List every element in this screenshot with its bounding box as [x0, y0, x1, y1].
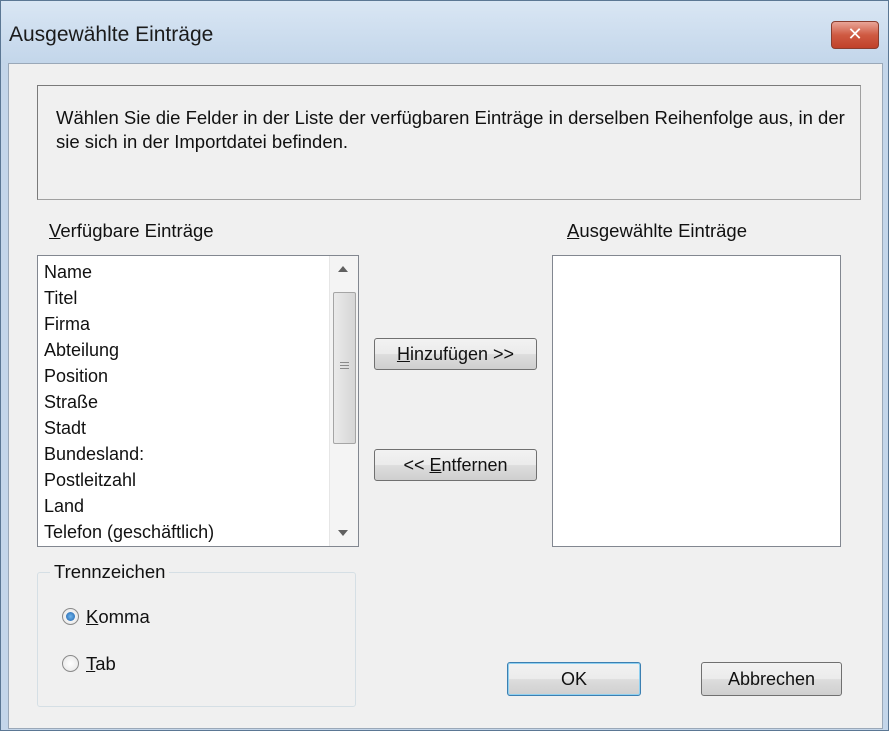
remove-button[interactable]: << Entfernen [374, 449, 537, 481]
selected-entries-label: Ausgewählte Einträge [567, 220, 747, 241]
radio-comma-label: Komma [86, 606, 150, 627]
separator-group-title: Trennzeichen [50, 561, 170, 583]
list-item[interactable]: Titel [38, 285, 358, 311]
list-item[interactable]: Postleitzahl [38, 467, 358, 493]
available-entries-list[interactable]: Name Titel Firma Abteilung Position Straße Sta… [37, 255, 359, 547]
selected-entries-list[interactable] [552, 255, 841, 547]
radio-selected-dot [66, 612, 75, 621]
list-item[interactable]: Stadt [38, 415, 358, 441]
available-list-scrollbar[interactable] [329, 256, 358, 546]
scroll-grip-line [340, 365, 349, 366]
instruction-box: Wählen Sie die Felder in der Liste der v… [37, 85, 861, 200]
list-item[interactable]: Name [38, 259, 358, 285]
ok-button[interactable]: OK [507, 662, 641, 696]
scroll-grip-icon [340, 362, 349, 363]
scroll-thumb[interactable] [333, 292, 356, 444]
list-item[interactable]: Land [38, 493, 358, 519]
add-button[interactable]: Hinzufügen >> [374, 338, 537, 370]
list-item[interactable]: Firma [38, 311, 358, 337]
list-item[interactable]: Telefon (geschäftlich) [38, 519, 358, 545]
dialog-client-area: Wählen Sie die Felder in der Liste der v… [8, 63, 883, 729]
title-bar[interactable]: Ausgewählte Einträge ✕ [1, 1, 888, 63]
scroll-down-arrow-icon[interactable] [338, 530, 348, 536]
radio-button-icon[interactable] [62, 608, 79, 625]
separator-groupbox: Trennzeichen Komma Tab [37, 561, 356, 707]
list-item[interactable]: Position [38, 363, 358, 389]
available-entries-label: Verfügbare Einträge [49, 220, 214, 241]
list-item[interactable]: Straße [38, 389, 358, 415]
radio-tab-label: Tab [86, 653, 116, 674]
list-item[interactable]: Abteilung [38, 337, 358, 363]
list-item[interactable]: Bundesland: [38, 441, 358, 467]
instruction-text: Wählen Sie die Felder in der Liste der v… [56, 107, 845, 152]
scroll-grip-line [340, 368, 349, 369]
close-button[interactable]: ✕ [831, 21, 879, 49]
close-icon: ✕ [847, 24, 863, 44]
scroll-up-arrow-icon[interactable] [338, 266, 348, 272]
radio-button-icon[interactable] [62, 655, 79, 672]
dialog-window: Ausgewählte Einträge ✕ Wählen Sie die Fe… [0, 0, 889, 731]
window-title: Ausgewählte Einträge [9, 23, 214, 46]
cancel-button[interactable]: Abbrechen [701, 662, 842, 696]
